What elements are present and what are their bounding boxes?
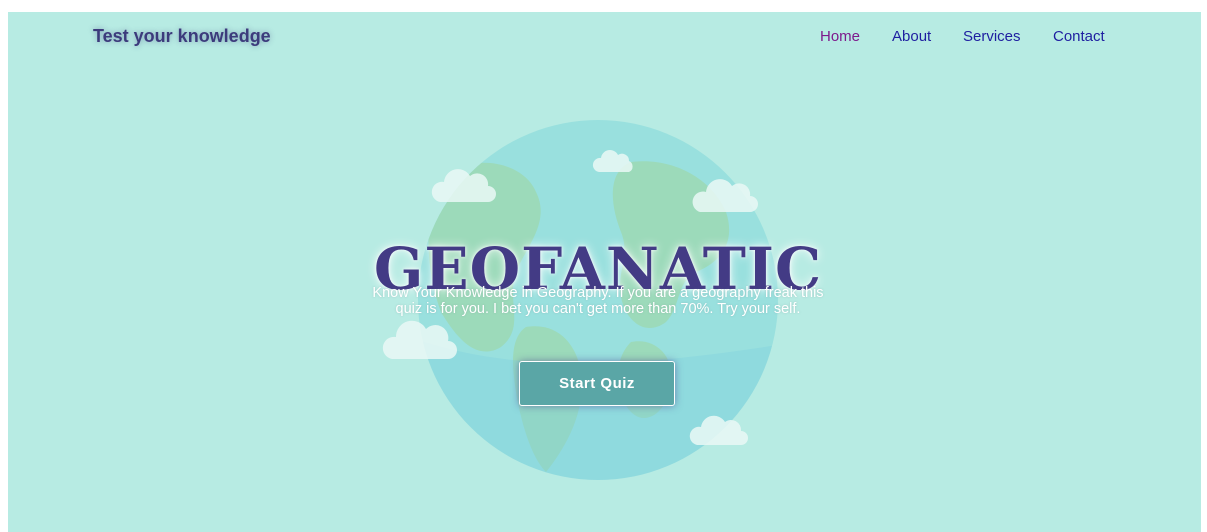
main-nav: Home About Services Contact: [8, 28, 1201, 48]
nav-services-link[interactable]: Services: [963, 28, 1021, 45]
nav-home-link[interactable]: Home: [820, 28, 860, 45]
page: Test your knowledge Home About Services …: [8, 12, 1201, 532]
start-quiz-button[interactable]: Start Quiz: [519, 361, 675, 406]
hero-description: Know Your Knowledge in Geography. If you…: [372, 284, 824, 317]
nav-about-link[interactable]: About: [892, 28, 931, 45]
nav-contact-link[interactable]: Contact: [1053, 28, 1105, 45]
